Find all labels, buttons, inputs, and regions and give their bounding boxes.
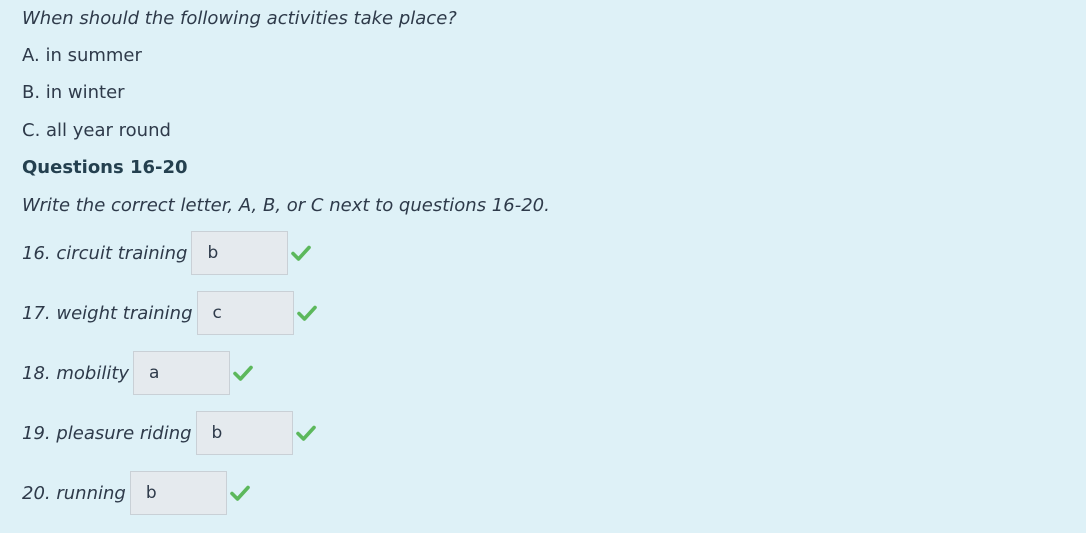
answer-input-17[interactable] <box>196 291 294 335</box>
question-row-20: 20. running <box>22 470 250 516</box>
question-row-18: 18. mobility <box>22 350 253 396</box>
section-instruction: Write the correct letter, A, B, or C nex… <box>22 195 550 216</box>
question-label: 18. mobility <box>22 362 130 384</box>
option-a: A. in summer <box>22 45 142 66</box>
check-icon <box>233 365 253 381</box>
question-label: 19. pleasure riding <box>22 422 192 444</box>
question-row-16: 16. circuit training <box>22 230 312 276</box>
question-label: 16. circuit training <box>22 242 188 264</box>
check-icon <box>295 425 316 441</box>
answer-input-19[interactable] <box>195 411 293 455</box>
question-row-19: 19. pleasure riding <box>22 410 316 456</box>
option-b: B. in winter <box>22 82 125 103</box>
question-label: 17. weight training <box>22 302 193 324</box>
check-icon <box>291 245 312 261</box>
section-heading: Questions 16-20 <box>22 157 188 178</box>
check-icon <box>296 305 317 321</box>
check-icon <box>230 485 250 501</box>
intro-question: When should the following activities tak… <box>22 8 457 29</box>
answer-input-18[interactable] <box>133 351 231 395</box>
question-label: 20. running <box>22 482 126 504</box>
answer-input-16[interactable] <box>191 231 289 275</box>
option-c: C. all year round <box>22 120 171 141</box>
answer-input-20[interactable] <box>129 471 227 515</box>
question-row-17: 17. weight training <box>22 290 317 336</box>
